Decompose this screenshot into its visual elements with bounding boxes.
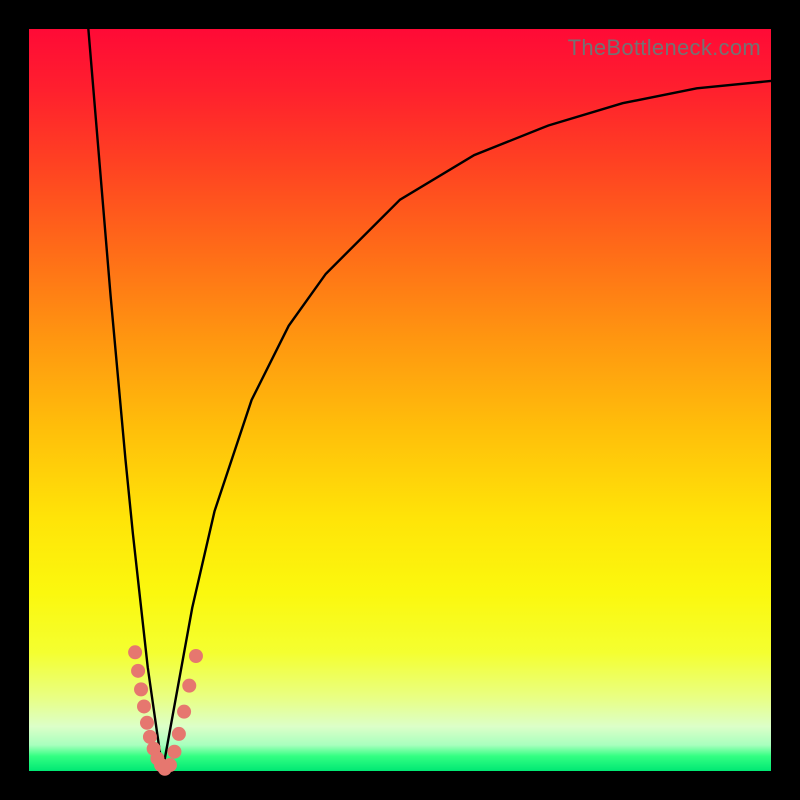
curve-layer (29, 29, 771, 771)
marker-dot (172, 727, 186, 741)
curve-left-branch (88, 29, 162, 771)
marker-dot (163, 758, 177, 772)
marker-dot (167, 745, 181, 759)
marker-dot (131, 664, 145, 678)
marker-dot (128, 645, 142, 659)
marker-dot (140, 716, 154, 730)
marker-dot (182, 679, 196, 693)
marker-dot (177, 705, 191, 719)
marker-dot (137, 699, 151, 713)
marker-dot (143, 730, 157, 744)
curve-right-branch (163, 81, 771, 771)
chart-frame: TheBottleneck.com (0, 0, 800, 800)
marker-dot (189, 649, 203, 663)
plot-area: TheBottleneck.com (29, 29, 771, 771)
marker-dot (134, 682, 148, 696)
